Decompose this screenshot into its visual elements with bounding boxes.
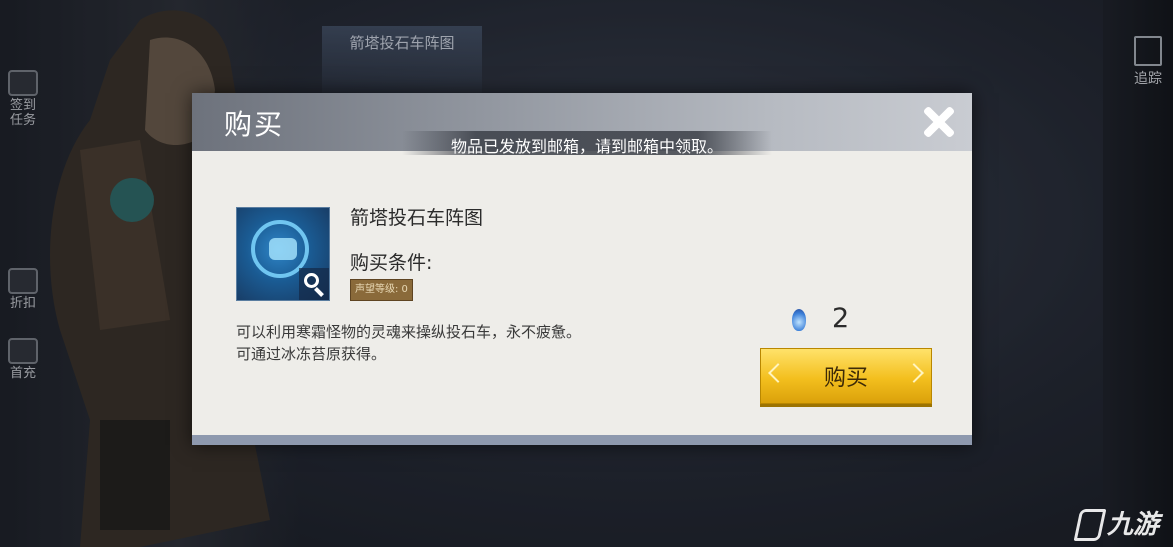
notice-text: 物品已发放到邮箱，请到邮箱中领取。 <box>450 137 723 156</box>
dialog-title: 购买 <box>224 108 285 141</box>
buy-button[interactable]: 购买 <box>760 348 932 404</box>
reputation-level-badge: 声望等级: 0 <box>350 279 413 301</box>
watermark-text: 九游 <box>1106 509 1159 540</box>
magnifier-handle <box>314 287 324 297</box>
description-line-1: 可以利用寒霜怪物的灵魂来操纵投石车，永不疲惫。 <box>236 323 582 341</box>
close-icon[interactable] <box>920 105 954 139</box>
buy-button-label: 购买 <box>823 366 868 391</box>
magnifier-lens <box>304 273 319 288</box>
purchase-dialog: 购买 物品已发放到邮箱，请到邮箱中领取。 箭塔投石车阵图 购买条件: 声望等级:… <box>192 93 972 445</box>
item-description: 可以利用寒霜怪物的灵魂来操纵投石车，永不疲惫。 可通过冰冻苔原获得。 <box>236 321 581 365</box>
catapult-emblem <box>269 238 297 260</box>
jiuyou-logo-icon <box>1073 509 1107 541</box>
dialog-bottom-bar <box>192 435 972 445</box>
item-name: 箭塔投石车阵图 <box>350 207 484 229</box>
magnifier-icon[interactable] <box>299 268 329 300</box>
description-line-2: 可通过冰冻苔原获得。 <box>236 345 387 363</box>
arrow-tower-catapult-blueprint-icon[interactable] <box>236 207 330 301</box>
notice-bar: 物品已发放到邮箱，请到邮箱中领取。 <box>402 131 772 156</box>
price-amount: 2 <box>832 303 850 334</box>
watermark: 九游 <box>1073 504 1159 541</box>
soul-flame-gem-icon <box>792 309 806 331</box>
purchase-condition-label: 购买条件: <box>350 252 433 274</box>
